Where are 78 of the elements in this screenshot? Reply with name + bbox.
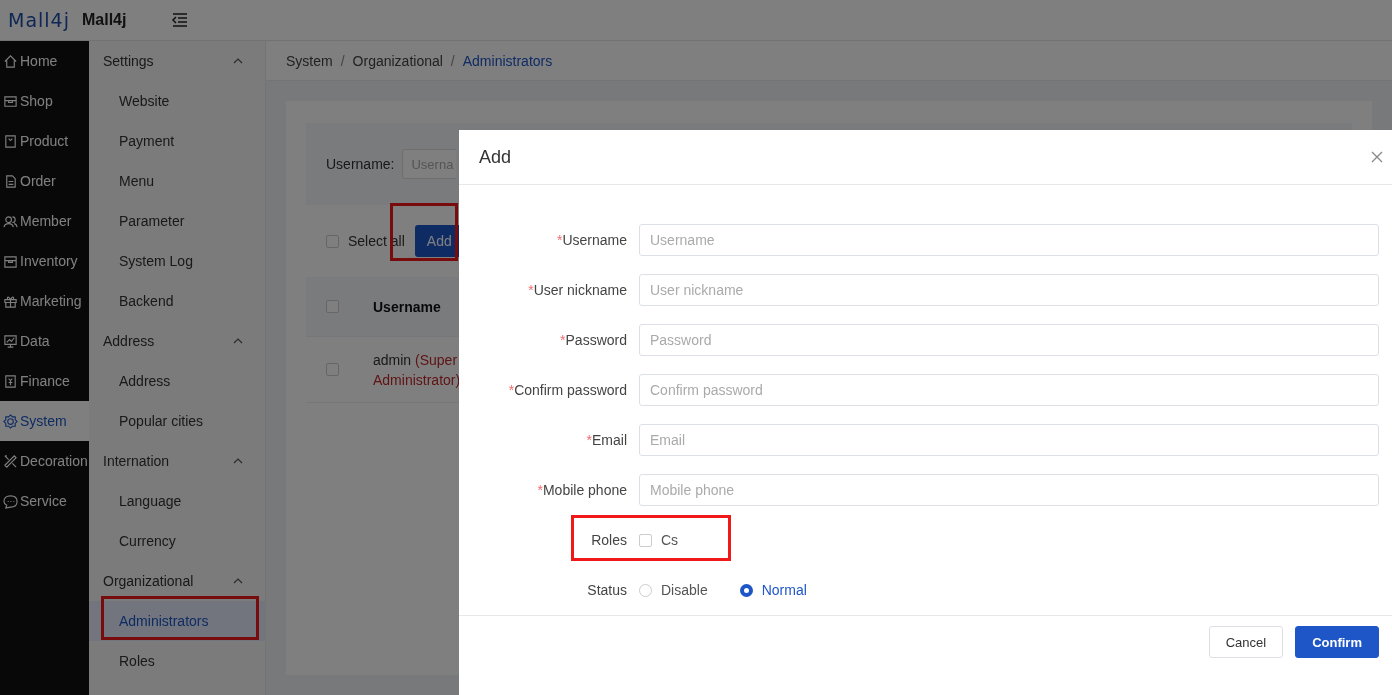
confirm-button[interactable]: Confirm — [1295, 626, 1379, 658]
submenu-group[interactable]: Address — [89, 321, 265, 361]
field-label: *Confirm password — [507, 382, 628, 398]
app-title: Mall4j — [81, 11, 127, 29]
input-field[interactable]: Confirm password — [639, 374, 1379, 406]
input-field[interactable]: Email — [639, 424, 1379, 456]
submenu-item[interactable]: Address — [89, 361, 265, 401]
nav-item[interactable]: Inventory — [0, 241, 89, 281]
status-radio[interactable]: Disable — [639, 582, 708, 598]
field-label: Roles — [590, 532, 628, 548]
nav-icon — [3, 253, 18, 269]
nav-item[interactable]: Shop — [0, 81, 89, 121]
field-label: *Username — [555, 232, 628, 248]
breadcrumb-separator: / — [340, 52, 345, 69]
nav-item[interactable]: Product — [0, 121, 89, 161]
submenu-item[interactable]: Payment — [89, 121, 265, 161]
nav-item[interactable]: Finance — [0, 361, 89, 401]
nav-item[interactable]: Home — [0, 41, 89, 81]
nav-item[interactable]: Service — [0, 481, 89, 521]
field-label: Status — [586, 582, 628, 598]
submenu-item[interactable]: Menu — [89, 161, 265, 201]
nav-icon — [3, 413, 18, 429]
cancel-button[interactable]: Cancel — [1208, 626, 1284, 658]
breadcrumb-separator: / — [450, 52, 455, 69]
checkbox[interactable] — [326, 234, 339, 248]
nav-icon — [3, 213, 18, 229]
breadcrumb-link[interactable]: System — [286, 52, 333, 69]
field-label: *Mobile phone — [536, 482, 628, 498]
search-label: Username: — [326, 156, 395, 172]
dialog-title: Add — [479, 146, 512, 168]
role-checkbox[interactable]: Cs — [639, 532, 679, 548]
submenu-item[interactable]: Backend — [89, 281, 265, 321]
submenu-item[interactable]: Language — [89, 481, 265, 521]
nav-item[interactable]: Order — [0, 161, 89, 201]
nav-item[interactable]: Decoration — [0, 441, 89, 481]
close-icon[interactable] — [1371, 151, 1383, 163]
nav-icon — [3, 453, 18, 469]
breadcrumb-link[interactable]: Administrators — [462, 52, 553, 69]
submenu-item[interactable]: Roles — [89, 641, 265, 681]
input-field[interactable]: Mobile phone — [639, 474, 1379, 506]
checkbox[interactable] — [326, 363, 339, 376]
caret-icon — [233, 458, 243, 464]
status-radio[interactable]: Normal — [739, 582, 807, 598]
nav-item[interactable]: Member — [0, 201, 89, 241]
nav-item[interactable]: Marketing — [0, 281, 89, 321]
field-label: *User nickname — [527, 282, 628, 298]
caret-icon — [233, 338, 243, 344]
submenu-group[interactable]: Internation — [89, 441, 265, 481]
submenu-item[interactable]: System Log — [89, 241, 265, 281]
checkbox[interactable] — [326, 300, 339, 313]
input-field[interactable]: Username — [639, 224, 1379, 256]
nav-item[interactable]: Data — [0, 321, 89, 361]
nav-icon — [3, 333, 18, 349]
nav-icon — [3, 93, 18, 109]
column-header: Username — [373, 298, 441, 315]
table-cell-text: admin (Super Administrator) — [373, 350, 462, 390]
input-field[interactable]: Password — [639, 324, 1379, 356]
nav-icon — [3, 373, 18, 389]
menu-icon[interactable] — [171, 13, 190, 27]
field-label: *Email — [585, 432, 628, 448]
submenu-item[interactable]: Parameter — [89, 201, 265, 241]
submenu-item[interactable]: Website — [89, 81, 265, 121]
submenu-group[interactable]: Organizational — [89, 561, 265, 601]
submenu-item[interactable]: Popular cities — [89, 401, 265, 441]
submenu-item[interactable]: Currency — [89, 521, 265, 561]
logo: Mall4j — [8, 9, 70, 31]
nav-icon — [3, 133, 18, 149]
nav-icon — [3, 53, 18, 69]
field-label: *Password — [559, 332, 628, 348]
submenu-group[interactable]: Settings — [89, 41, 265, 81]
breadcrumb-link[interactable]: Organizational — [352, 52, 443, 69]
nav-item[interactable]: System — [0, 401, 89, 441]
input-field[interactable]: User nickname — [639, 274, 1379, 306]
caret-icon — [233, 58, 243, 64]
nav-icon — [3, 493, 18, 509]
nav-icon — [3, 173, 18, 189]
caret-icon — [233, 578, 243, 584]
add-button[interactable]: Add — [414, 225, 459, 257]
